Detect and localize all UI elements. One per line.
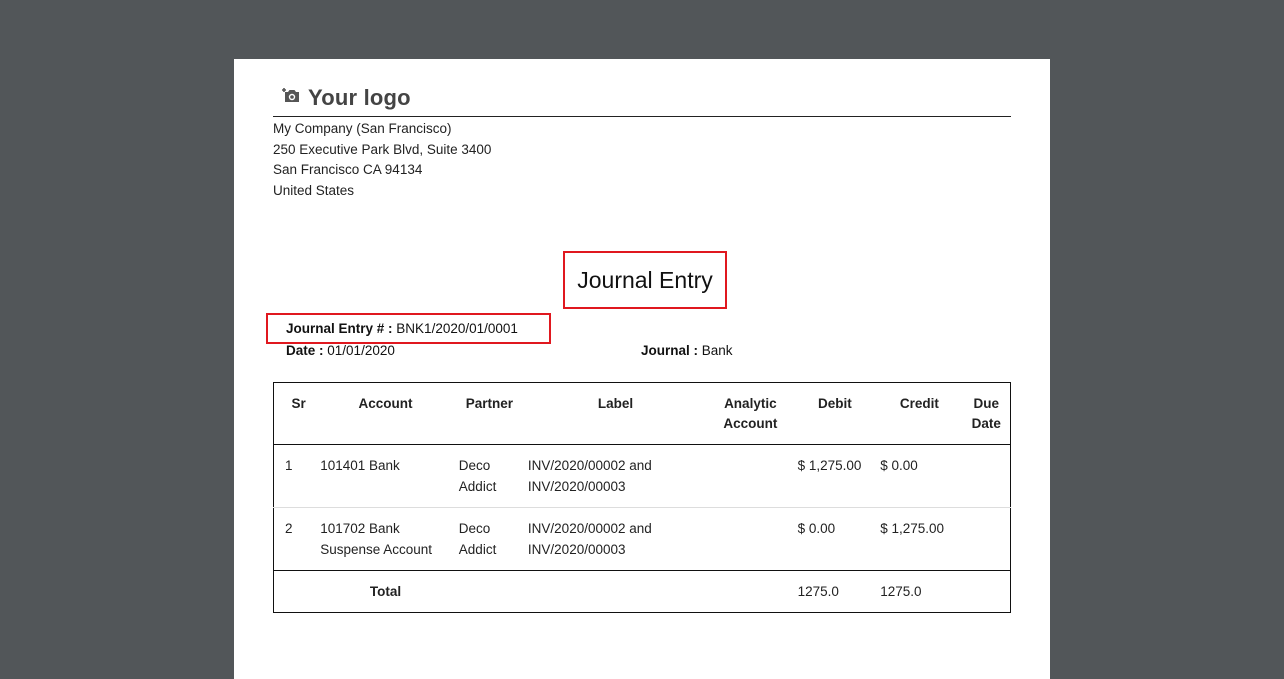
header-debit: Debit	[793, 382, 877, 445]
header-sr: Sr	[273, 382, 317, 445]
header-label: Label	[523, 382, 708, 445]
cell-account: 101702 Bank Suspense Account	[316, 507, 455, 571]
camera-icon	[282, 86, 302, 111]
page-title: Journal Entry	[577, 266, 713, 293]
cell-analytic-account	[707, 445, 793, 508]
entry-number-field: Journal Entry # : BNK1/2020/01/0001	[286, 321, 518, 336]
header-credit: Credit	[876, 382, 963, 445]
total-credit: 1275.0	[876, 570, 963, 613]
cell-sr: 2	[273, 507, 317, 571]
cell-credit: $ 1,275.00	[876, 507, 963, 571]
report-page: Your logo My Company (San Francisco) 250…	[234, 59, 1050, 679]
cell-due-date	[962, 507, 1011, 571]
cell-due-date	[963, 445, 1011, 508]
company-city: San Francisco CA 94134	[273, 162, 423, 177]
cell-account: 101401 Bank	[320, 458, 400, 473]
header-account: Account	[316, 382, 455, 445]
entry-number-label: Journal Entry # :	[286, 321, 393, 336]
journal-value: Bank	[701, 343, 733, 358]
total-debit: 1275.0	[793, 570, 877, 613]
table-header-row: Sr Account Partner Label Analytic Accoun…	[273, 382, 1011, 445]
company-address: My Company (San Francisco) 250 Executive…	[273, 119, 491, 201]
journal-lines-table: Sr Account Partner Label Analytic Accoun…	[273, 382, 1011, 613]
cell-label: INV/2020/00002 and INV/2020/00003	[523, 507, 708, 571]
company-logo: Your logo	[282, 83, 411, 113]
header-divider	[273, 116, 1011, 117]
company-name: My Company (San Francisco)	[273, 121, 452, 136]
journal-field: Journal : Bank	[641, 343, 733, 358]
cell-partner: Deco Addict	[454, 507, 524, 571]
logo-text: Your logo	[308, 85, 411, 110]
total-row: Total 1275.0 1275.0	[273, 570, 1011, 613]
header-due-date: Due Date	[962, 382, 1011, 445]
cell-debit: $ 0.00	[793, 507, 877, 571]
title-highlight-box: Journal Entry	[563, 251, 727, 309]
table-row: 2 101702 Bank Suspense Account Deco Addi…	[273, 507, 1011, 571]
cell-sr: 1	[285, 458, 293, 473]
cell-debit: $ 1,275.00	[797, 458, 862, 473]
header-partner: Partner	[454, 382, 524, 445]
cell-credit: $ 0.00	[880, 458, 918, 473]
cell-partner: Deco Addict	[458, 458, 497, 494]
total-label: Total	[316, 570, 455, 613]
cell-label: INV/2020/00002 and INV/2020/00003	[527, 458, 652, 494]
table-row: 1 101401 Bank Deco Addict INV/2020/00002…	[274, 445, 1011, 508]
cell-analytic-account	[707, 507, 794, 571]
journal-label: Journal :	[641, 343, 699, 358]
date-field: Date : 01/01/2020	[286, 343, 395, 358]
entry-number-value: BNK1/2020/01/0001	[396, 321, 518, 336]
company-country: United States	[273, 182, 355, 198]
company-street: 250 Executive Park Blvd, Suite 3400	[273, 141, 492, 157]
date-value: 01/01/2020	[327, 343, 395, 358]
date-label: Date :	[286, 343, 324, 358]
header-analytic-account: Analytic Account	[707, 382, 794, 445]
